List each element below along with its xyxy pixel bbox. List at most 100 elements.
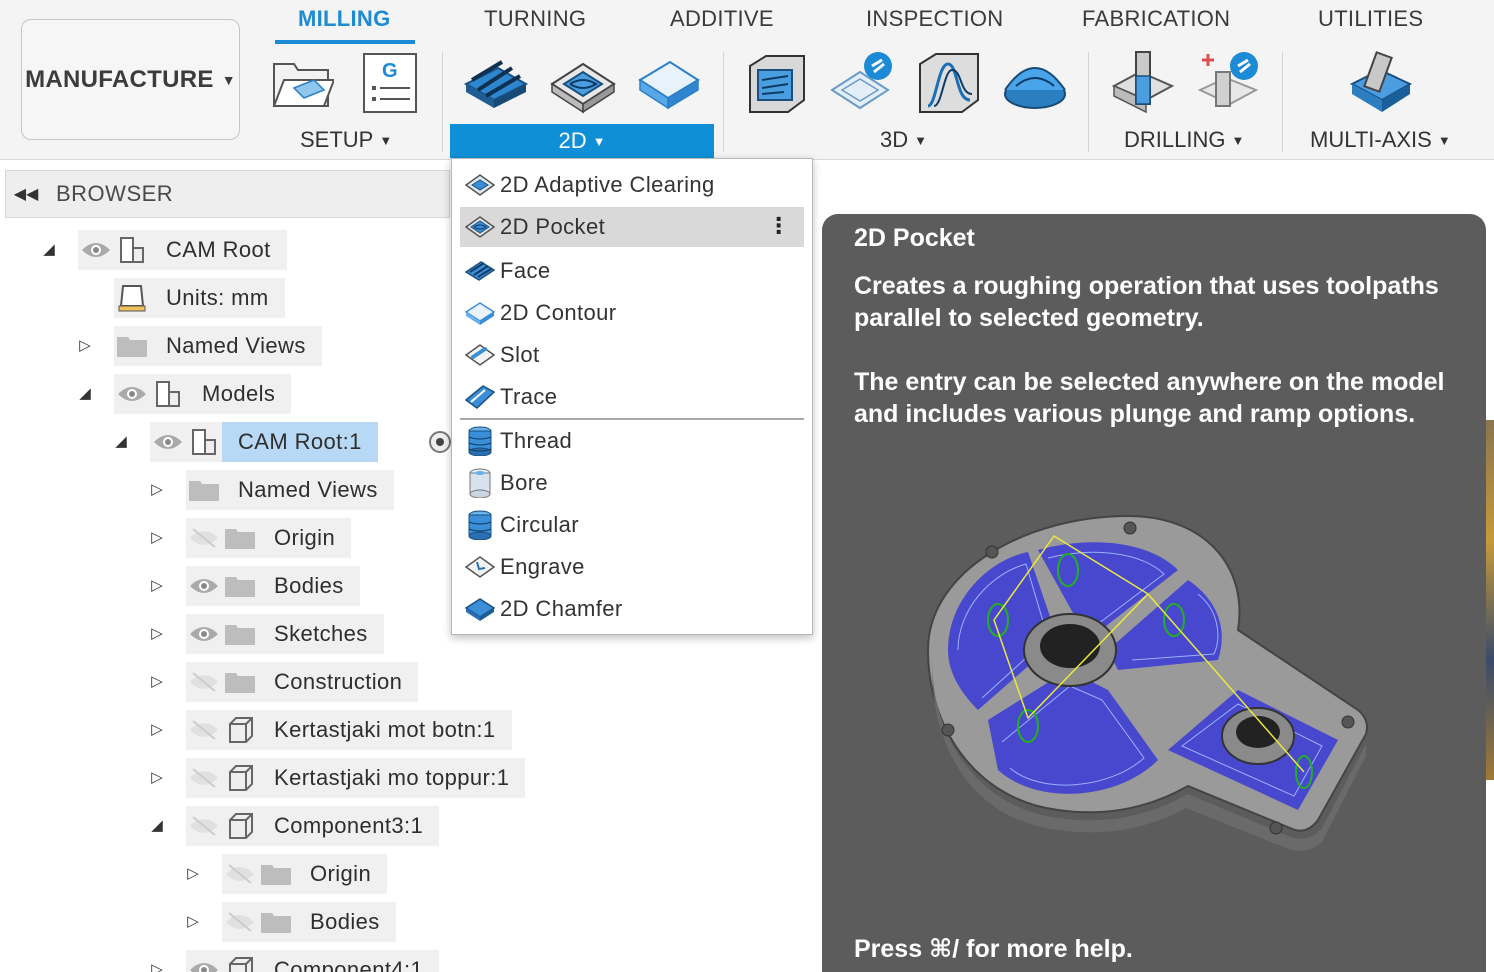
eye-icon[interactable] <box>186 566 222 606</box>
eye-hidden-icon[interactable] <box>186 806 222 846</box>
adaptive-clearing-icon[interactable] <box>462 50 528 116</box>
tree-node-component3[interactable]: ◢ Component3:1 <box>0 806 500 846</box>
menu-item-2d-chamfer[interactable]: 2D Chamfer <box>460 589 804 629</box>
caret-down-icon: ▼ <box>379 132 393 148</box>
tab-inspection[interactable]: INSPECTION <box>866 6 1003 32</box>
eye-hidden-icon[interactable] <box>186 710 222 750</box>
eye-icon[interactable] <box>78 230 114 270</box>
3d-group-dropdown[interactable]: 3D ▼ <box>880 127 927 153</box>
tree-node-kertastjaki-mot-botn[interactable]: ▷ Kertastjaki mot botn:1 <box>0 710 580 750</box>
3d-contour-icon[interactable] <box>916 50 982 116</box>
menu-item-label: Circular <box>500 512 579 537</box>
contour-2d-icon[interactable] <box>636 50 702 116</box>
collapsed-triangle-icon[interactable]: ▷ <box>148 481 166 499</box>
menu-item-2d-adaptive-clearing[interactable]: 2D Adaptive Clearing <box>460 165 804 205</box>
tree-node-named-views[interactable]: ▷ Named Views <box>0 470 450 510</box>
drilling-group-dropdown[interactable]: DRILLING ▼ <box>1124 127 1244 153</box>
body-cube-icon <box>222 710 258 750</box>
collapsed-triangle-icon[interactable]: ▷ <box>148 769 166 787</box>
expanded-triangle-icon[interactable]: ◢ <box>148 817 166 835</box>
3d-pocket-icon[interactable] <box>830 50 896 116</box>
multi-axis-icon[interactable] <box>1346 50 1412 116</box>
expanded-triangle-icon[interactable]: ◢ <box>76 385 94 403</box>
tab-utilities[interactable]: UTILITIES <box>1318 6 1423 32</box>
tree-node-label: Named Views <box>238 477 378 502</box>
menu-item-face[interactable]: Face <box>460 251 804 291</box>
tree-node-origin[interactable]: ▷ Origin <box>0 518 450 558</box>
drilling-group-label: DRILLING <box>1124 127 1226 152</box>
menu-item-slot[interactable]: Slot <box>460 335 804 375</box>
activate-radio-icon[interactable] <box>429 431 451 453</box>
tab-additive[interactable]: ADDITIVE <box>670 6 774 32</box>
tooltip-title: 2D Pocket <box>854 224 975 252</box>
collapsed-triangle-icon[interactable]: ▷ <box>148 577 166 595</box>
tree-node-kertastjaki-mo-toppur[interactable]: ▷ Kertastjaki mo toppur:1 <box>0 758 600 798</box>
svg-text:G: G <box>382 60 398 82</box>
toolbar-separator <box>723 52 724 152</box>
browser-header: ◀◀ BROWSER <box>5 170 450 218</box>
menu-item-circular[interactable]: Circular <box>460 505 804 545</box>
eye-icon[interactable] <box>150 422 186 462</box>
3d-adaptive-icon[interactable] <box>744 50 810 116</box>
drill-icon[interactable] <box>1110 50 1176 116</box>
folder-icon <box>222 566 258 606</box>
tab-turning[interactable]: TURNING <box>484 6 586 32</box>
menu-item-2d-contour[interactable]: 2D Contour <box>460 293 804 333</box>
tree-node-units[interactable]: Units: mm <box>0 278 450 318</box>
collapsed-triangle-icon[interactable]: ▷ <box>148 961 166 972</box>
tab-fabrication[interactable]: FABRICATION <box>1082 6 1230 32</box>
collapse-panel-icon[interactable]: ◀◀ <box>6 184 46 204</box>
tree-node-bodies[interactable]: ▷ Bodies <box>0 902 450 942</box>
tree-node-named-views[interactable]: ▷ Named Views <box>0 326 450 366</box>
tree-node-label: Origin <box>310 861 372 886</box>
tree-node-cam-root-1[interactable]: ◢ CAM Root:1 <box>0 422 451 462</box>
more-options-icon[interactable]: ⋮ <box>768 213 790 239</box>
collapsed-triangle-icon[interactable]: ▷ <box>148 673 166 691</box>
setup-group-dropdown[interactable]: SETUP ▼ <box>300 127 392 153</box>
tree-node-sketches[interactable]: ▷ Sketches <box>0 614 450 654</box>
tree-node-component4[interactable]: ▷ Component4:1 <box>0 950 500 972</box>
tab-milling[interactable]: MILLING <box>298 6 391 32</box>
menu-item-trace[interactable]: Trace <box>460 377 804 417</box>
eye-hidden-icon[interactable] <box>186 758 222 798</box>
new-setup-icon[interactable] <box>268 50 334 116</box>
menu-item-engrave[interactable]: Engrave <box>460 547 804 587</box>
tree-node-bodies[interactable]: ▷ Bodies <box>0 566 450 606</box>
expanded-triangle-icon[interactable]: ◢ <box>40 241 58 259</box>
tree-node-origin[interactable]: ▷ Origin <box>0 854 450 894</box>
collapsed-triangle-icon[interactable]: ▷ <box>76 337 94 355</box>
eye-icon[interactable] <box>114 374 150 414</box>
eye-hidden-icon[interactable] <box>186 518 222 558</box>
workspace-dropdown[interactable]: MANUFACTURE ▼ <box>21 19 240 140</box>
collapsed-triangle-icon[interactable]: ▷ <box>184 913 202 931</box>
collapsed-triangle-icon[interactable]: ▷ <box>148 529 166 547</box>
menu-item-bore[interactable]: Bore <box>460 463 804 503</box>
tree-node-cam-root[interactable]: ◢ CAM Root <box>0 230 450 270</box>
menu-separator <box>460 418 804 420</box>
hole-recognition-icon[interactable] <box>1196 50 1262 116</box>
eye-hidden-icon[interactable] <box>222 854 258 894</box>
thread-icon <box>460 421 500 461</box>
component-icon <box>114 230 150 270</box>
tree-node-models[interactable]: ◢ Models <box>0 374 450 414</box>
eye-hidden-icon[interactable] <box>222 902 258 942</box>
2d-group-dropdown[interactable]: 2D ▼ <box>450 124 714 158</box>
bore-icon <box>460 463 500 503</box>
menu-item-2d-pocket[interactable]: 2D Pocket ⋮ <box>460 207 804 247</box>
folder-icon <box>258 854 294 894</box>
collapsed-triangle-icon[interactable]: ▷ <box>148 721 166 739</box>
collapsed-triangle-icon[interactable]: ▷ <box>148 625 166 643</box>
menu-item-thread[interactable]: Thread <box>460 421 804 461</box>
eye-hidden-icon[interactable] <box>186 662 222 702</box>
collapsed-triangle-icon[interactable]: ▷ <box>184 865 202 883</box>
toolbar: MANUFACTURE ▼ MILLING TURNING ADDITIVE I… <box>0 0 1494 160</box>
eye-icon[interactable] <box>186 614 222 654</box>
multi-axis-group-dropdown[interactable]: MULTI-AXIS ▼ <box>1310 127 1451 153</box>
eye-icon[interactable] <box>186 950 222 972</box>
pocket-icon[interactable] <box>550 50 616 116</box>
3d-scallop-icon[interactable] <box>1002 50 1068 116</box>
expanded-triangle-icon[interactable]: ◢ <box>112 433 130 451</box>
tree-node-construction[interactable]: ▷ Construction <box>0 662 450 702</box>
tree-node-label: Sketches <box>274 621 368 646</box>
post-process-icon[interactable]: G <box>358 50 424 116</box>
